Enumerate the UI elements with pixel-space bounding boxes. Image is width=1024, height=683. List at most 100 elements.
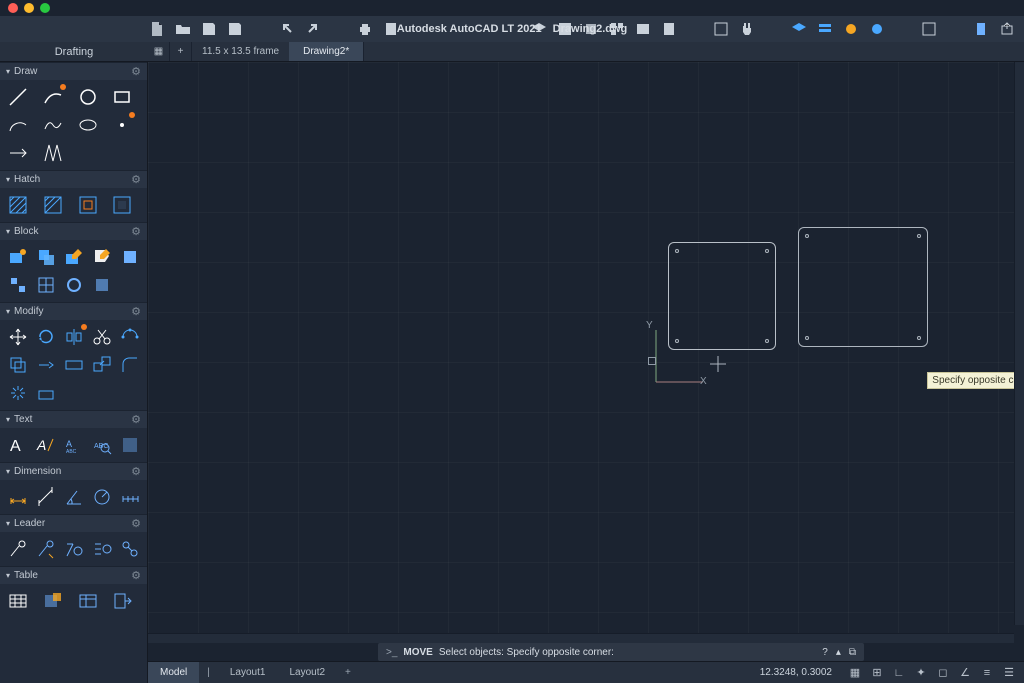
extend-tool-icon[interactable] — [34, 353, 58, 377]
mtext-tool-icon[interactable]: A — [6, 433, 30, 457]
block-tool2-icon[interactable] — [6, 273, 30, 297]
section-head-draw[interactable]: ▾Draw ⚙ — [0, 62, 147, 80]
section-head-table[interactable]: ▾Table ⚙ — [0, 566, 147, 584]
command-expand-icon[interactable]: ⧉ — [849, 647, 856, 658]
command-line[interactable]: >_ MOVE Select objects: Specify opposite… — [378, 643, 864, 661]
select-icon[interactable] — [712, 20, 730, 38]
section-menu-icon[interactable]: ⚙ — [131, 569, 141, 582]
status-osnap-icon[interactable]: ◻ — [936, 666, 950, 680]
fillet-tool-icon[interactable] — [118, 353, 142, 377]
window-minimize-dot[interactable] — [24, 3, 34, 13]
layer-freeze-icon[interactable] — [894, 20, 912, 38]
trim-tool-icon[interactable] — [90, 325, 114, 349]
status-menu-icon[interactable]: ☰ — [1002, 666, 1016, 680]
spell-tool-icon[interactable] — [118, 433, 142, 457]
mirror-tool-icon[interactable] — [62, 325, 86, 349]
divide-tool-icon[interactable] — [41, 141, 65, 165]
create-block-icon[interactable] — [34, 245, 58, 269]
block-tool4-icon[interactable] — [62, 273, 86, 297]
dim-angular-icon[interactable] — [62, 485, 86, 509]
ellipse-tool-icon[interactable] — [76, 113, 100, 137]
scale-tool-icon[interactable] — [90, 353, 114, 377]
dim-radius-icon[interactable] — [90, 485, 114, 509]
command-chevron-up-icon[interactable]: ▴ — [836, 647, 841, 658]
tab-add-icon[interactable]: + — [337, 667, 359, 678]
leader-align-icon[interactable] — [90, 537, 114, 561]
text-tool-icon[interactable]: A — [34, 433, 58, 457]
dim-aligned-icon[interactable] — [34, 485, 58, 509]
dim-continue-icon[interactable] — [118, 485, 142, 509]
design-center-icon[interactable] — [634, 20, 652, 38]
save-icon[interactable] — [200, 20, 218, 38]
tool-palette-icon[interactable] — [660, 20, 678, 38]
section-head-hatch[interactable]: ▾Hatch ⚙ — [0, 170, 147, 188]
layer-state-icon[interactable] — [816, 20, 834, 38]
section-head-text[interactable]: ▾Text ⚙ — [0, 410, 147, 428]
boundary-tool-icon[interactable] — [76, 193, 100, 217]
save-as-icon[interactable] — [226, 20, 244, 38]
section-head-dimension[interactable]: ▾Dimension ⚙ — [0, 462, 147, 480]
rotate-tool-icon[interactable] — [34, 325, 58, 349]
block-tool1-icon[interactable] — [118, 245, 142, 269]
table-export-icon[interactable] — [110, 589, 134, 613]
window-close-dot[interactable] — [8, 3, 18, 13]
section-head-modify[interactable]: ▾Modify ⚙ — [0, 302, 147, 320]
layer-iso-icon[interactable] — [842, 20, 860, 38]
status-grid-icon[interactable]: ▦ — [848, 666, 862, 680]
dim-linear-icon[interactable] — [6, 485, 30, 509]
mleader-icon[interactable] — [6, 537, 30, 561]
textstyle-tool-icon[interactable]: AABC — [62, 433, 86, 457]
pan-icon[interactable] — [738, 20, 756, 38]
viewport-add-icon[interactable]: + — [170, 42, 192, 61]
table-insert-icon[interactable] — [6, 589, 30, 613]
section-head-leader[interactable]: ▾Leader ⚙ — [0, 514, 147, 532]
circle-tool-icon[interactable] — [76, 85, 100, 109]
share-icon[interactable] — [998, 20, 1016, 38]
insert-block-icon[interactable] — [6, 245, 30, 269]
status-snap-icon[interactable]: ⊞ — [870, 666, 884, 680]
new-file-icon[interactable] — [148, 20, 166, 38]
section-menu-icon[interactable]: ⚙ — [131, 65, 141, 78]
erase-tool-icon[interactable] — [34, 381, 58, 405]
attribute-icon[interactable] — [90, 245, 114, 269]
find-tool-icon[interactable]: ABC — [90, 433, 114, 457]
offset-tool-icon[interactable] — [6, 353, 30, 377]
block-tool5-icon[interactable] — [90, 273, 114, 297]
explode-tool-icon[interactable] — [6, 381, 30, 405]
polyline-tool-icon[interactable] — [41, 85, 65, 109]
undo-icon[interactable] — [278, 20, 296, 38]
stretch-tool-icon[interactable] — [62, 353, 86, 377]
open-file-icon[interactable] — [174, 20, 192, 38]
layer-off-icon[interactable] — [868, 20, 886, 38]
edit-block-icon[interactable] — [62, 245, 86, 269]
window-zoom-dot[interactable] — [40, 3, 50, 13]
command-help-icon[interactable]: ? — [822, 647, 828, 658]
move-tool-icon[interactable] — [6, 325, 30, 349]
tab-layout2[interactable]: Layout2 — [277, 662, 337, 683]
section-head-block[interactable]: ▾Block ⚙ — [0, 222, 147, 240]
frame-label[interactable]: 11.5 x 13.5 frame — [192, 46, 289, 57]
block-tool3-icon[interactable] — [34, 273, 58, 297]
layer-walk-icon[interactable] — [790, 20, 808, 38]
section-menu-icon[interactable]: ⚙ — [131, 413, 141, 426]
print-icon[interactable] — [356, 20, 374, 38]
leader-add-icon[interactable] — [34, 537, 58, 561]
arc-tool-icon[interactable] — [6, 113, 30, 137]
section-menu-icon[interactable]: ⚙ — [131, 465, 141, 478]
match-layer-icon[interactable] — [920, 20, 938, 38]
status-ortho-icon[interactable]: ∟ — [892, 666, 906, 680]
clipboard-icon[interactable] — [972, 20, 990, 38]
drawing-canvas[interactable]: Y X Spec — [148, 62, 1024, 643]
hatch-tool-icon[interactable] — [6, 193, 30, 217]
status-lwt-icon[interactable]: ≡ — [980, 666, 994, 680]
scrollbar-horizontal[interactable] — [148, 633, 1014, 643]
region-tool-icon[interactable] — [110, 193, 134, 217]
section-menu-icon[interactable]: ⚙ — [131, 517, 141, 530]
array-tool-icon[interactable] — [118, 325, 142, 349]
spline-tool-icon[interactable] — [41, 113, 65, 137]
tab-layout1[interactable]: Layout1 — [218, 662, 278, 683]
line-tool-icon[interactable] — [6, 85, 30, 109]
document-tab[interactable]: Drawing2* — [289, 42, 364, 61]
section-menu-icon[interactable]: ⚙ — [131, 225, 141, 238]
status-otrack-icon[interactable]: ∠ — [958, 666, 972, 680]
